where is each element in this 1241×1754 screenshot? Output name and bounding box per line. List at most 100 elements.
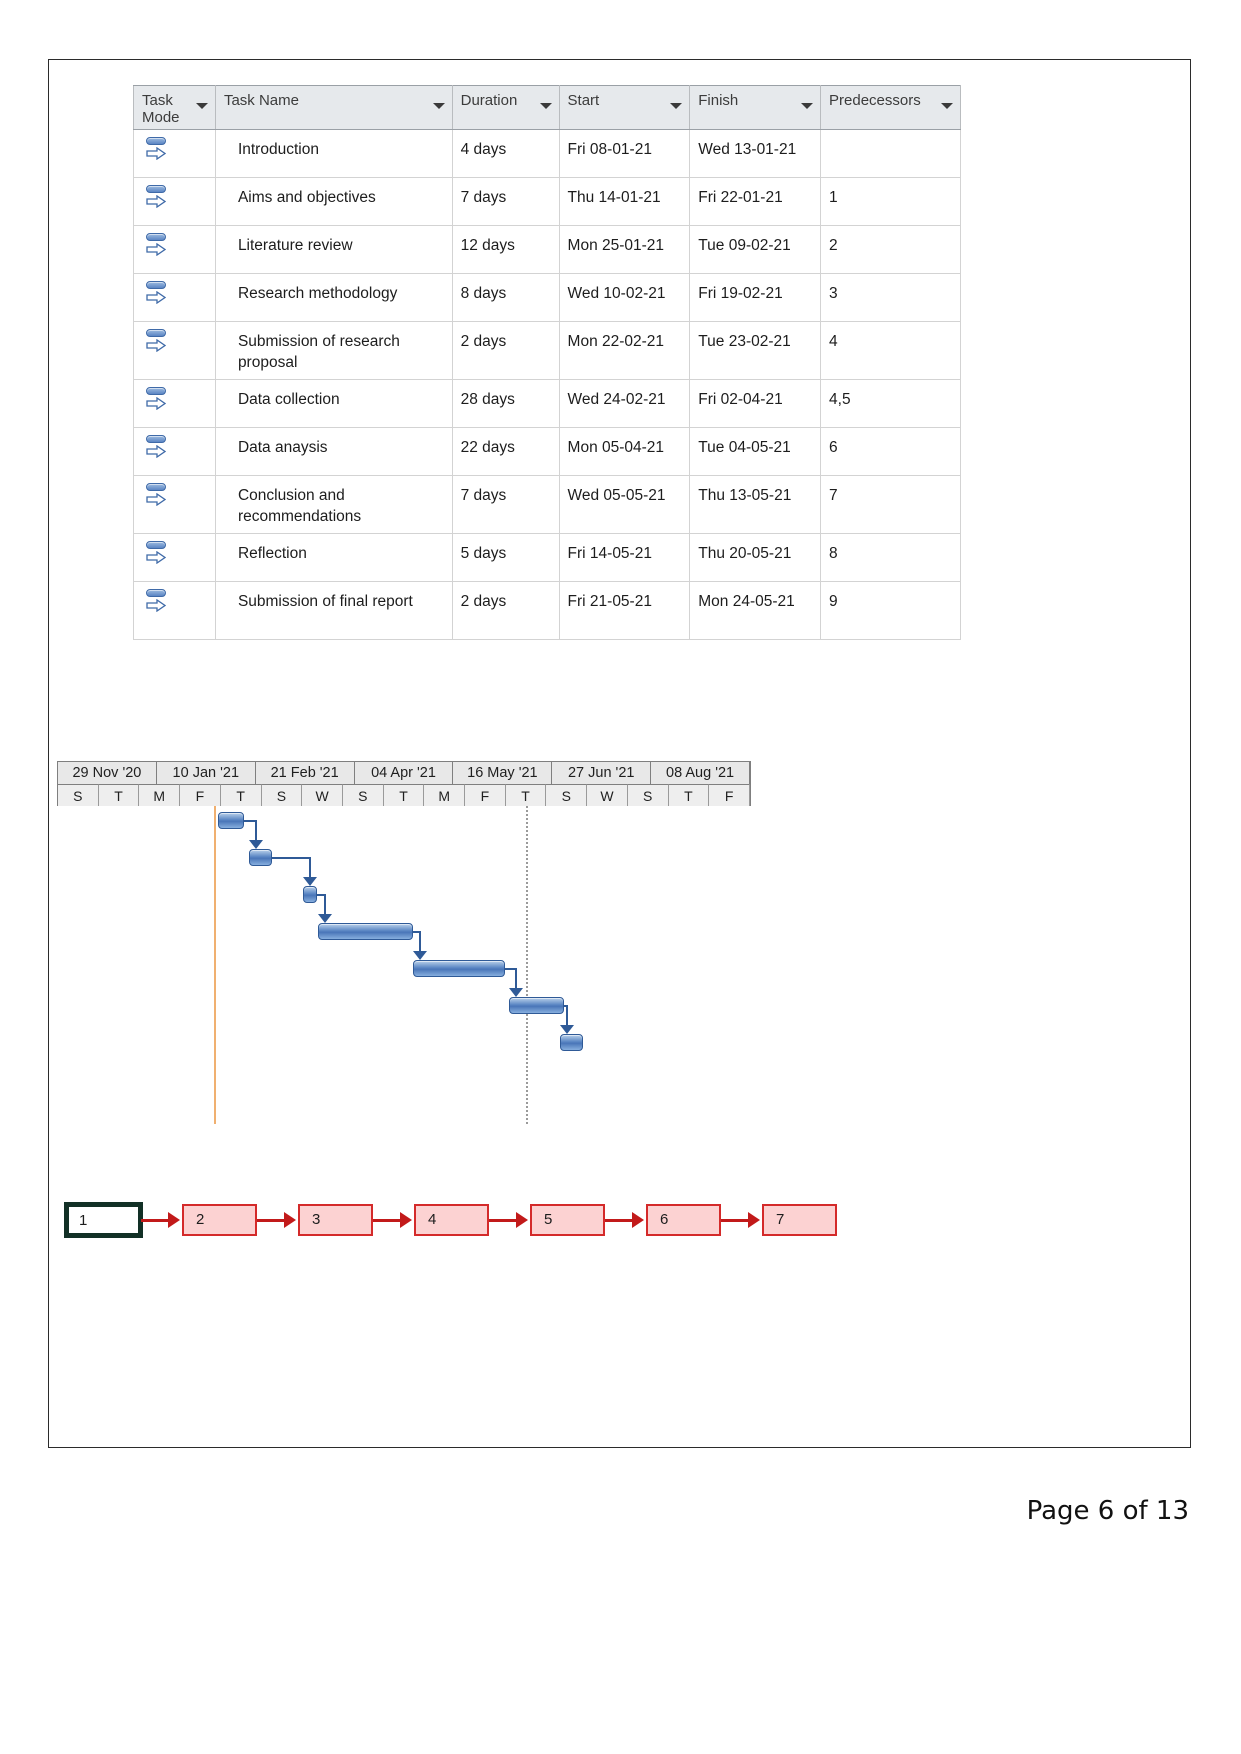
cell-task-mode[interactable] [133, 379, 216, 428]
cell-duration[interactable]: 2 days [451, 581, 560, 640]
column-header-duration[interactable]: Duration [451, 85, 560, 130]
cell-finish[interactable]: Fri 02-04-21 [689, 379, 822, 428]
cell-duration[interactable]: 7 days [451, 475, 560, 534]
column-header-start[interactable]: Start [558, 85, 691, 130]
table-row[interactable]: Literature review 12 days Mon 25-01-21 Tue … [133, 225, 961, 274]
flow-node[interactable]: 5 [530, 1204, 605, 1236]
cell-task-mode[interactable] [133, 533, 216, 582]
cell-task-mode[interactable] [133, 427, 216, 476]
flow-node[interactable]: 3 [298, 1204, 373, 1236]
cell-predecessors[interactable]: 3 [820, 273, 961, 322]
cell-task-name[interactable]: Data anaysis [214, 427, 453, 476]
cell-finish[interactable]: Tue 23-02-21 [689, 321, 822, 380]
column-header-predecessors[interactable]: Predecessors [820, 85, 961, 130]
gantt-task-bar[interactable] [318, 923, 413, 940]
cell-finish[interactable]: Fri 19-02-21 [689, 273, 822, 322]
cell-finish[interactable]: Mon 24-05-21 [689, 581, 822, 640]
chevron-down-icon[interactable] [432, 103, 445, 109]
cell-task-name[interactable]: Conclusion and recommendations [214, 475, 453, 534]
chevron-down-icon[interactable] [801, 103, 814, 109]
cell-duration[interactable]: 5 days [451, 533, 560, 582]
cell-task-name[interactable]: Submission of research proposal [214, 321, 453, 380]
cell-task-name[interactable]: Submission of final report [214, 581, 453, 640]
chevron-down-icon[interactable] [539, 103, 552, 109]
chevron-down-icon[interactable] [670, 103, 683, 109]
chevron-down-icon[interactable] [195, 103, 208, 109]
table-row[interactable]: Introduction 4 days Fri 08-01-21 Wed 13-01-… [133, 129, 961, 178]
cell-finish[interactable]: Thu 13-05-21 [689, 475, 822, 534]
chevron-down-icon[interactable] [941, 103, 953, 109]
table-row[interactable]: Conclusion and recommendations 7 days Wed … [133, 475, 961, 534]
gantt-task-bar[interactable] [509, 997, 564, 1014]
cell-finish[interactable]: Thu 20-05-21 [689, 533, 822, 582]
cell-start[interactable]: Thu 14-01-21 [558, 177, 691, 226]
cell-duration[interactable]: 22 days [451, 427, 560, 476]
cell-task-mode[interactable] [133, 321, 216, 380]
cell-start[interactable]: Fri 14-05-21 [558, 533, 691, 582]
cell-task-mode[interactable] [133, 581, 216, 640]
cell-duration[interactable]: 8 days [451, 273, 560, 322]
flow-node[interactable]: 1 [66, 1204, 141, 1236]
cell-task-mode[interactable] [133, 177, 216, 226]
gantt-task-bar[interactable] [413, 960, 505, 977]
cell-finish[interactable]: Tue 09-02-21 [689, 225, 822, 274]
flow-node[interactable]: 2 [182, 1204, 257, 1236]
cell-predecessors[interactable]: 9 [820, 581, 961, 640]
flow-node-label: 2 [196, 1211, 205, 1228]
cell-duration[interactable]: 2 days [451, 321, 560, 380]
cell-predecessors[interactable]: 4 [820, 321, 961, 380]
cell-task-name[interactable]: Literature review [214, 225, 453, 274]
flow-node[interactable]: 4 [414, 1204, 489, 1236]
cell-task-name[interactable]: Data collection [214, 379, 453, 428]
table-row[interactable]: Submission of final report 2 days Fri 21-0… [133, 581, 961, 640]
table-row[interactable]: Data collection 28 days Wed 24-02-21 Fri 02… [133, 379, 961, 428]
cell-task-mode[interactable] [133, 475, 216, 534]
table-row[interactable]: Reflection 5 days Fri 14-05-21 Thu 20-05-21… [133, 533, 961, 582]
flow-node[interactable]: 6 [646, 1204, 721, 1236]
cell-task-name[interactable]: Aims and objectives [214, 177, 453, 226]
cell-duration[interactable]: 7 days [451, 177, 560, 226]
cell-finish[interactable]: Wed 13-01-21 [689, 129, 822, 178]
cell-start[interactable]: Mon 05-04-21 [558, 427, 691, 476]
gantt-task-bar[interactable] [303, 886, 317, 903]
table-row[interactable]: Submission of research proposal 2 days Mon… [133, 321, 961, 380]
column-header-task-mode[interactable]: Task Mode [133, 85, 216, 130]
cell-task-mode[interactable] [133, 225, 216, 274]
cell-finish[interactable]: Fri 22-01-21 [689, 177, 822, 226]
table-row[interactable]: Research methodology 8 days Wed 10-02-21 Fr… [133, 273, 961, 322]
cell-duration[interactable]: 12 days [451, 225, 560, 274]
cell-predecessors-text [821, 130, 960, 139]
gantt-task-bar[interactable] [249, 849, 272, 866]
gantt-task-bar[interactable] [218, 812, 244, 829]
column-header-finish[interactable]: Finish [689, 85, 822, 130]
cell-predecessors[interactable]: 7 [820, 475, 961, 534]
flow-node[interactable]: 7 [762, 1204, 837, 1236]
cell-duration[interactable]: 28 days [451, 379, 560, 428]
cell-predecessors[interactable] [820, 129, 961, 178]
cell-finish[interactable]: Tue 04-05-21 [689, 427, 822, 476]
cell-task-name-text: Data anaysis [237, 439, 328, 456]
cell-task-mode[interactable] [133, 273, 216, 322]
column-header-task-name[interactable]: Task Name [214, 85, 453, 130]
cell-predecessors[interactable]: 6 [820, 427, 961, 476]
cell-task-name[interactable]: Research methodology [214, 273, 453, 322]
cell-task-mode[interactable] [133, 129, 216, 178]
table-row[interactable]: Data anaysis 22 days Mon 05-04-21 Tue 04-05… [133, 427, 961, 476]
cell-predecessors[interactable]: 4,5 [820, 379, 961, 428]
cell-start[interactable]: Wed 10-02-21 [558, 273, 691, 322]
cell-task-name[interactable]: Reflection [214, 533, 453, 582]
cell-start[interactable]: Fri 08-01-21 [558, 129, 691, 178]
cell-start[interactable]: Mon 22-02-21 [558, 321, 691, 380]
cell-start[interactable]: Wed 24-02-21 [558, 379, 691, 428]
cell-start[interactable]: Fri 21-05-21 [558, 581, 691, 640]
cell-start[interactable]: Mon 25-01-21 [558, 225, 691, 274]
cell-duration[interactable]: 4 days [451, 129, 560, 178]
cell-predecessors[interactable]: 2 [820, 225, 961, 274]
flow-connector [489, 1219, 517, 1222]
cell-start[interactable]: Wed 05-05-21 [558, 475, 691, 534]
cell-predecessors[interactable]: 1 [820, 177, 961, 226]
cell-predecessors[interactable]: 8 [820, 533, 961, 582]
gantt-task-bar[interactable] [560, 1034, 583, 1051]
cell-task-name[interactable]: Introduction [214, 129, 453, 178]
table-row[interactable]: Aims and objectives 7 days Thu 14-01-21 Fri… [133, 177, 961, 226]
